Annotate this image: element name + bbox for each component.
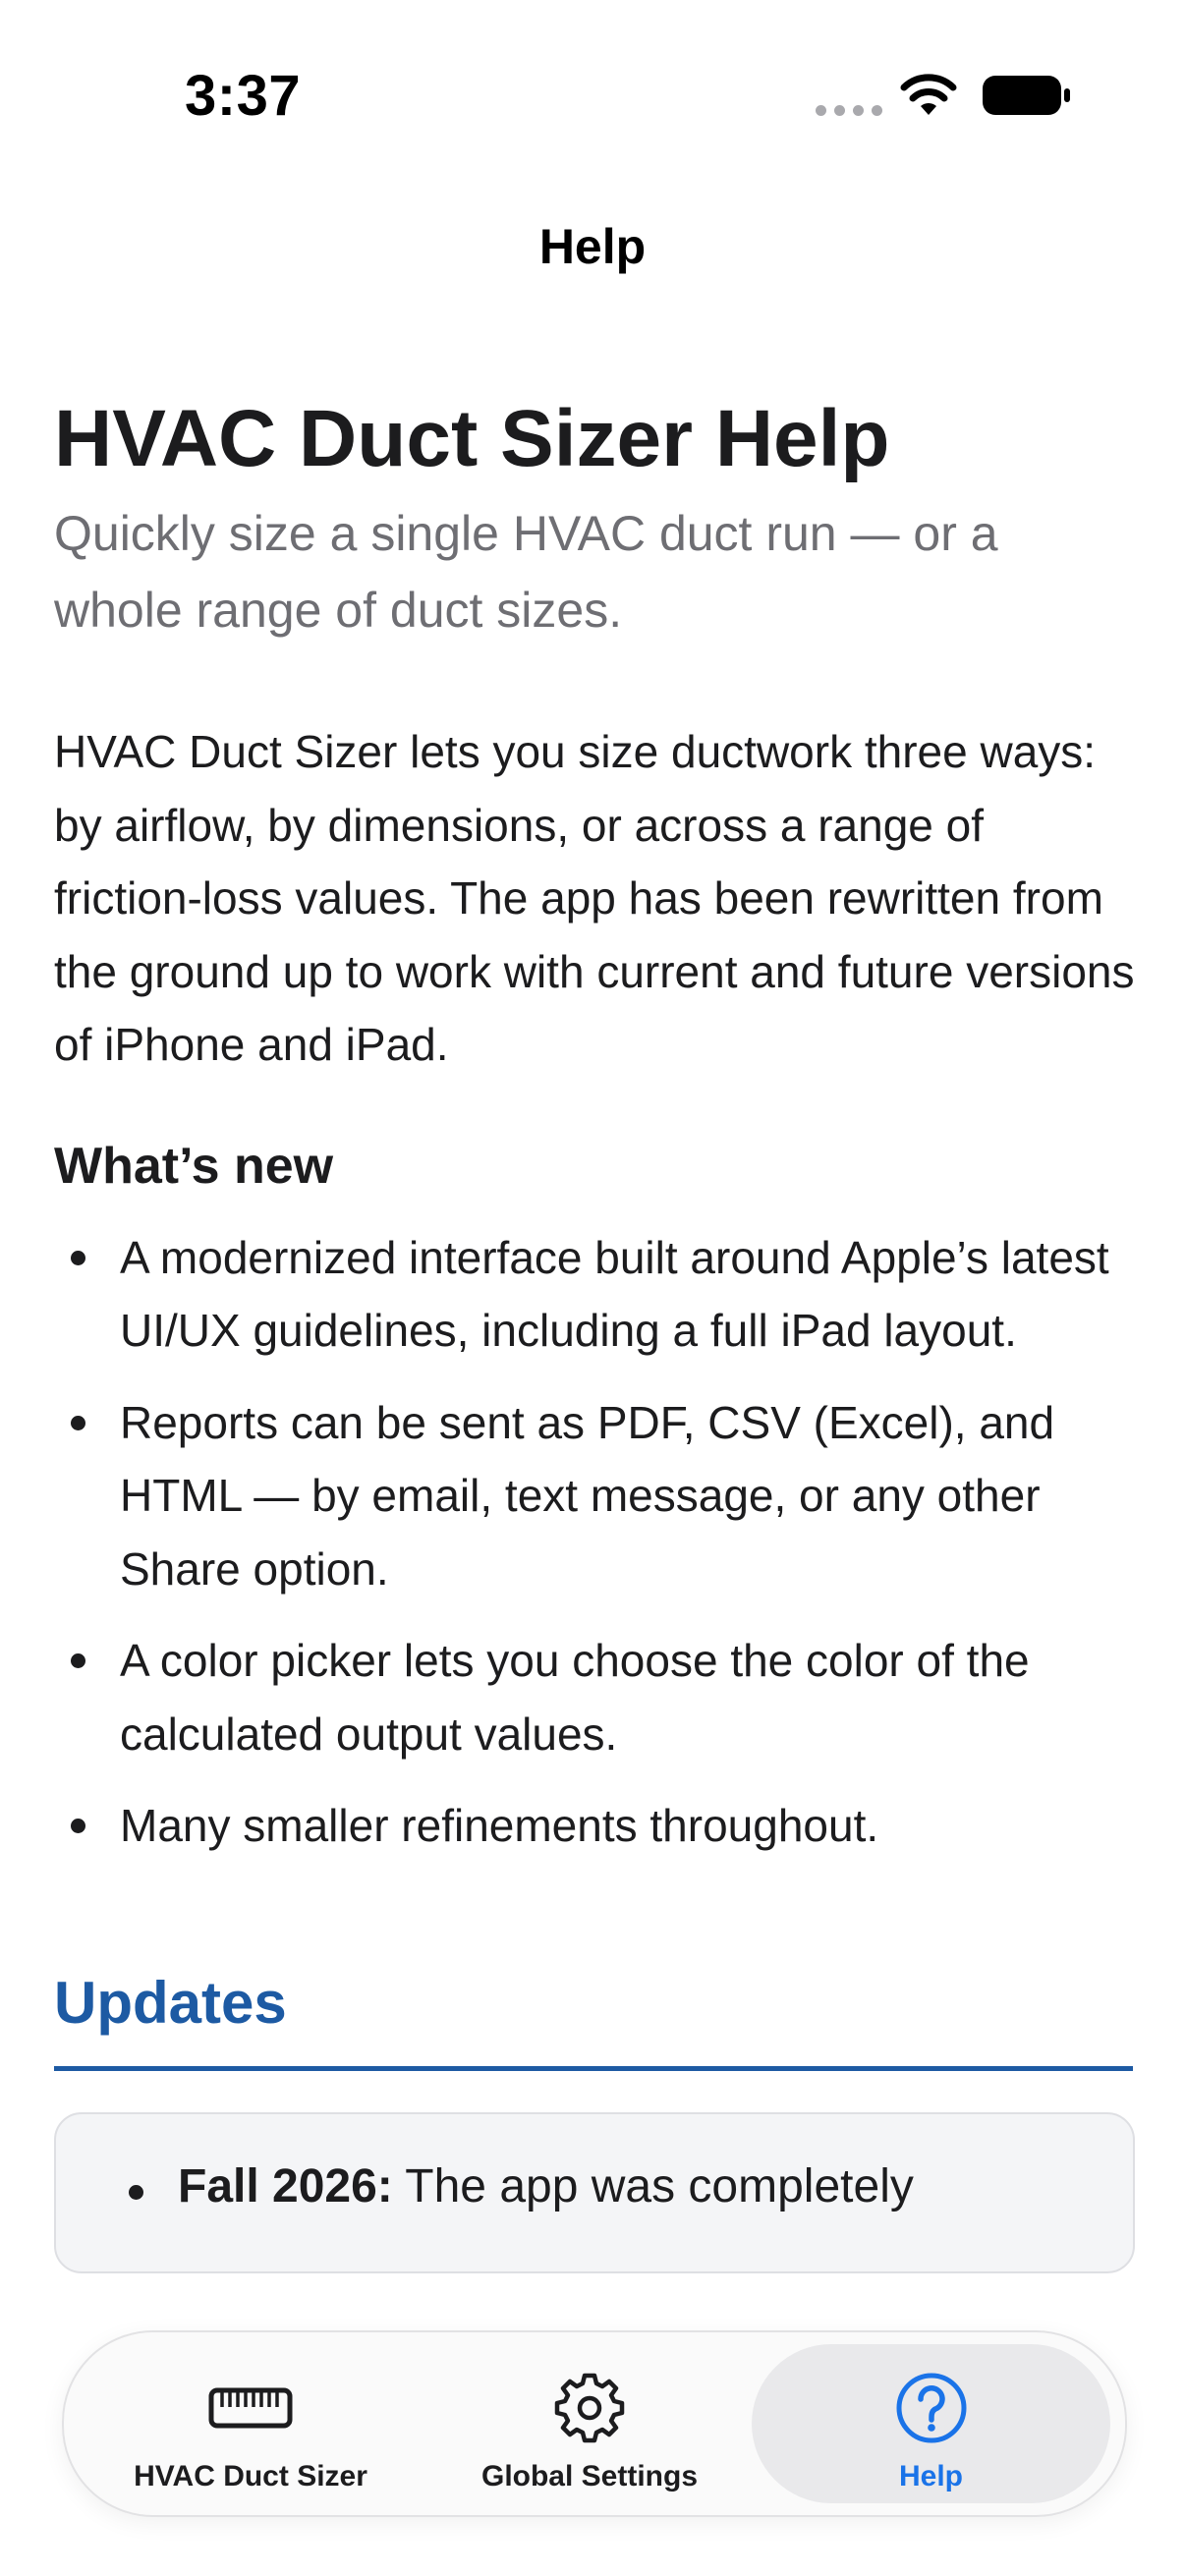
tab-label: Help bbox=[898, 2460, 963, 2492]
bullet-icon bbox=[71, 1819, 85, 1834]
tab-label: Global Settings bbox=[480, 2460, 699, 2492]
list-item-text: Many smaller refinements throughout. bbox=[120, 1800, 879, 1852]
list-item-text: A color picker lets you choose the color… bbox=[120, 1635, 1030, 1760]
tab-help[interactable]: Help bbox=[752, 2344, 1110, 2503]
updates-divider bbox=[54, 2065, 1133, 2071]
update-item-label: Fall 2026: bbox=[178, 2159, 393, 2212]
update-item-text: The app was completely bbox=[392, 2159, 914, 2212]
intro-paragraph: HVAC Duct Sizer lets you size ductwork t… bbox=[54, 726, 1135, 1071]
status-bar: 3:37 bbox=[0, 0, 1185, 187]
whats-new-list: A modernized interface built around Appl… bbox=[54, 1221, 1135, 1863]
gear-icon bbox=[553, 2373, 626, 2443]
list-item: Reports can be sent as PDF, CSV (Excel),… bbox=[54, 1386, 1135, 1606]
updates-heading: Updates bbox=[54, 1969, 287, 2036]
status-time: 3:37 bbox=[185, 64, 302, 128]
tab-label: HVAC Duct Sizer bbox=[134, 2460, 367, 2492]
page-title: HVAC Duct Sizer Help bbox=[54, 394, 890, 483]
list-item: A modernized interface built around Appl… bbox=[54, 1221, 1135, 1368]
list-item-text: Reports can be sent as PDF, CSV (Excel),… bbox=[120, 1396, 1055, 1595]
question-circle-icon bbox=[895, 2373, 968, 2443]
list-item: Many smaller refinements throughout. bbox=[54, 1789, 1135, 1863]
tab-global-settings[interactable]: Global Settings bbox=[442, 2332, 737, 2515]
cellular-signal-icon bbox=[816, 105, 882, 116]
bullet-icon bbox=[129, 2184, 143, 2200]
whats-new-heading: What’s new bbox=[54, 1137, 334, 1195]
list-item: A color picker lets you choose the color… bbox=[54, 1624, 1135, 1770]
page-subtitle: Quickly size a single HVAC duct run — or… bbox=[54, 506, 998, 639]
updates-card: Fall 2026: The app was completely bbox=[54, 2111, 1135, 2273]
bullet-icon bbox=[71, 1250, 85, 1265]
update-item: Fall 2026: The app was completely bbox=[129, 2159, 914, 2213]
bullet-icon bbox=[71, 1415, 85, 1430]
list-item-text: A modernized interface built around Appl… bbox=[120, 1231, 1109, 1357]
nav-title: Help bbox=[538, 219, 647, 274]
tab-hvac-duct-sizer[interactable]: HVAC Duct Sizer bbox=[103, 2332, 398, 2515]
wifi-icon bbox=[900, 74, 957, 115]
ruler-icon bbox=[208, 2374, 293, 2442]
help-content: HVAC Duct Sizer Help Quickly size a sing… bbox=[54, 393, 1135, 2273]
tab-bar: HVAC Duct Sizer Global Settings Help bbox=[62, 2330, 1127, 2517]
bullet-icon bbox=[71, 1653, 85, 1669]
battery-icon bbox=[983, 76, 1070, 115]
